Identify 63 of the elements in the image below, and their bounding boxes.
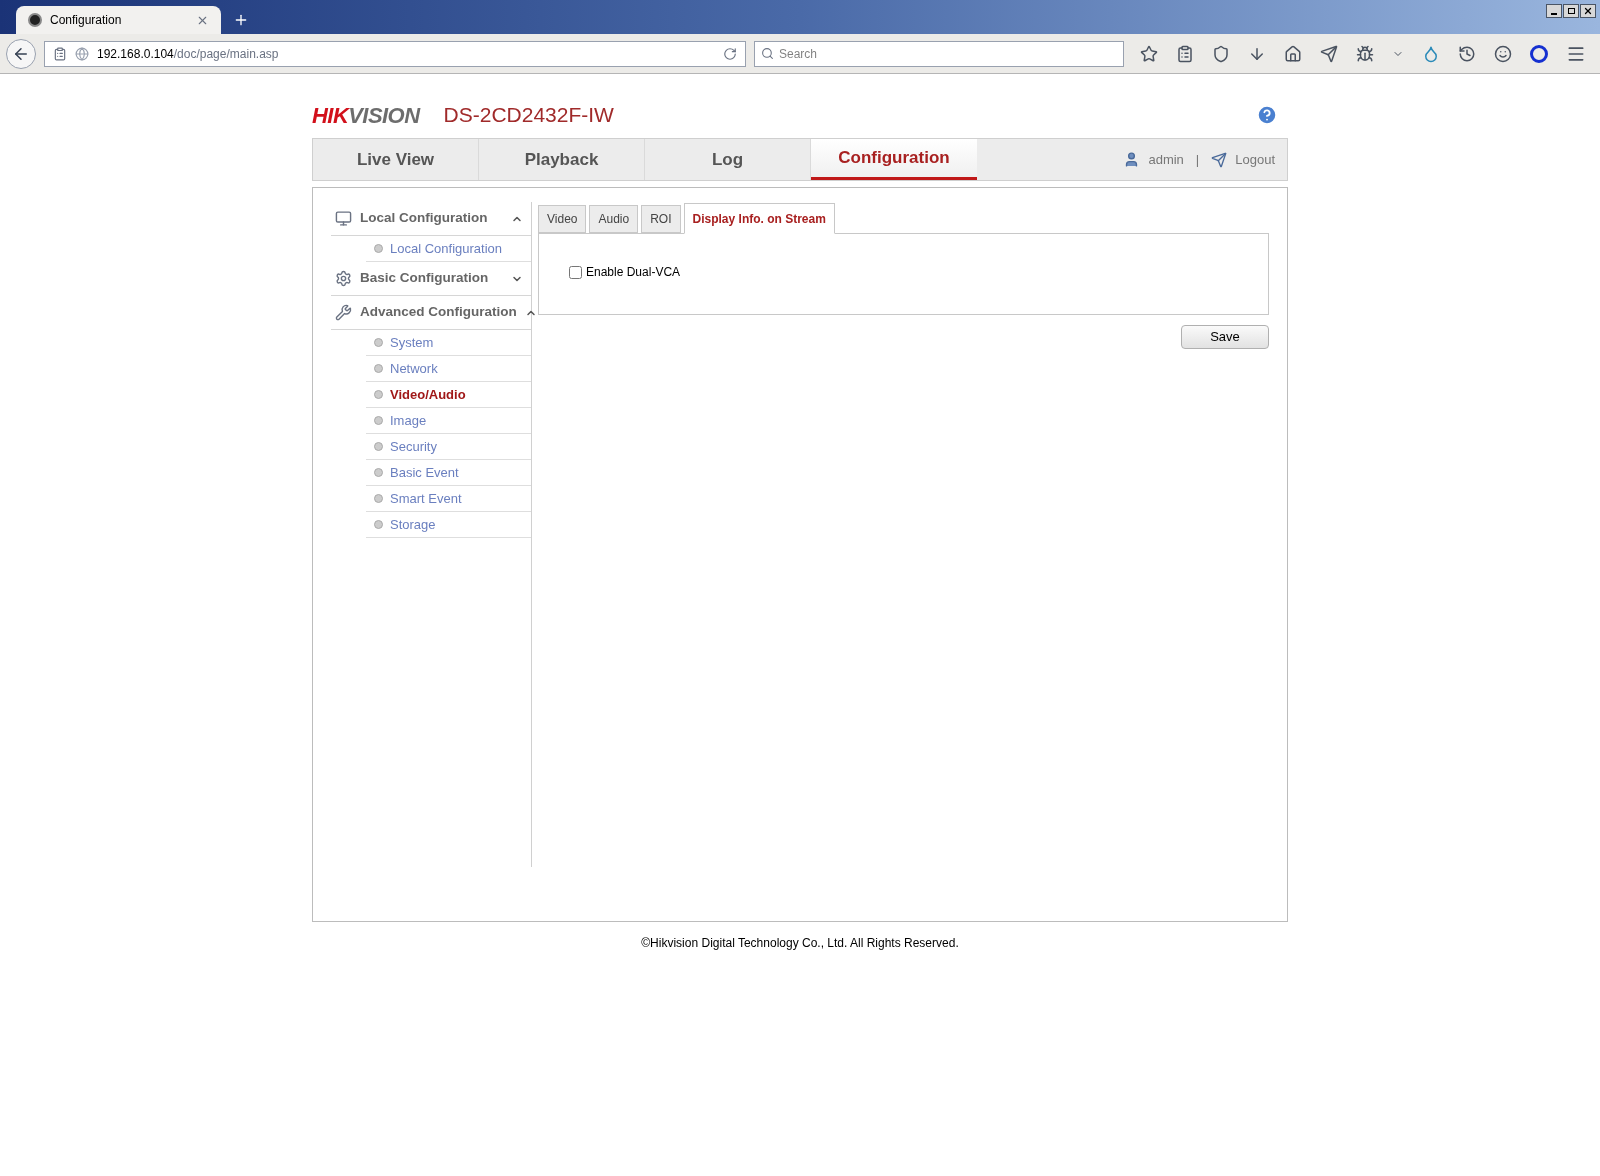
bullet-icon xyxy=(374,520,383,529)
bullet-icon xyxy=(374,244,383,253)
bullet-icon xyxy=(374,442,383,451)
search-icon xyxy=(761,46,774,60)
restore-icon[interactable] xyxy=(1563,4,1579,18)
sub-tab[interactable]: ROI xyxy=(641,205,681,233)
reading-list-icon[interactable] xyxy=(1176,44,1194,63)
url-text: 192.168.0.104/doc/page/main.asp xyxy=(97,45,280,63)
bullet-icon xyxy=(374,338,383,347)
sidebar-link[interactable]: Image xyxy=(390,410,427,431)
sidebar-link[interactable]: Storage xyxy=(390,514,436,535)
bug-icon[interactable] xyxy=(1356,44,1374,63)
sub-tab[interactable]: Display Info. on Stream xyxy=(683,203,835,234)
nav-tab[interactable]: Configuration xyxy=(811,139,977,180)
monitor-icon xyxy=(335,210,352,227)
sidebar-link[interactable]: Smart Event xyxy=(390,488,462,509)
browser-tab[interactable]: Configuration xyxy=(16,6,221,34)
gear-icon xyxy=(335,270,352,287)
model-name: DS-2CD2432F-IW xyxy=(443,102,614,129)
sidebar-link[interactable]: System xyxy=(390,332,434,353)
nav-tab[interactable]: Live View xyxy=(313,139,479,180)
address-field[interactable]: 192.168.0.104/doc/page/main.asp xyxy=(44,40,746,67)
bullet-icon xyxy=(374,364,383,373)
new-tab-icon[interactable] xyxy=(233,12,249,28)
minimize-icon[interactable] xyxy=(1546,4,1562,18)
help-icon[interactable] xyxy=(1256,104,1278,126)
bookmark-star-icon[interactable] xyxy=(1140,44,1158,63)
save-button[interactable]: Save xyxy=(1181,325,1269,349)
logout-link[interactable]: Logout xyxy=(1235,149,1275,170)
paper-plane-icon[interactable] xyxy=(1320,44,1338,63)
checkbox-label: Enable Dual-VCA xyxy=(586,264,681,281)
separator: | xyxy=(1195,150,1200,169)
bullet-icon xyxy=(374,390,383,399)
back-button[interactable] xyxy=(6,38,36,69)
username: admin xyxy=(1148,150,1184,169)
home-icon[interactable] xyxy=(1284,44,1302,63)
nav-tab[interactable]: Playback xyxy=(479,139,645,180)
sidebar-link[interactable]: Network xyxy=(390,358,438,379)
sidebar-link[interactable]: Local Configuration xyxy=(390,238,503,259)
history-icon[interactable] xyxy=(1458,44,1476,63)
sidebar-group-header[interactable]: Advanced Configuration xyxy=(331,296,531,330)
search-field[interactable]: Search xyxy=(754,40,1124,67)
smiley-icon[interactable] xyxy=(1494,44,1512,63)
sidebar-link[interactable]: Video/Audio xyxy=(390,384,466,405)
brand-logo: HIKVISION xyxy=(312,101,420,130)
sidebar-group-header[interactable]: Local Configuration xyxy=(331,202,531,236)
sidebar-group-header[interactable]: Basic Configuration xyxy=(331,262,531,296)
reload-icon[interactable] xyxy=(723,46,737,61)
sub-tab[interactable]: Audio xyxy=(589,205,639,233)
droplet-icon[interactable] xyxy=(1422,44,1440,63)
close-window-icon[interactable] xyxy=(1580,4,1596,18)
shield-icon[interactable] xyxy=(1212,44,1230,63)
bullet-icon xyxy=(374,468,383,477)
globe-icon xyxy=(75,46,89,61)
copyright-text: ©Hikvision Digital Technology Co., Ltd. All Rights Reserved. xyxy=(641,936,959,950)
checkbox[interactable] xyxy=(569,265,582,279)
wrench-icon xyxy=(335,304,352,321)
bullet-icon xyxy=(374,494,383,503)
sub-tab[interactable]: Video xyxy=(538,205,587,233)
sidebar-link[interactable]: Basic Event xyxy=(390,462,459,483)
bullet-icon xyxy=(374,416,383,425)
sidebar-link[interactable]: Security xyxy=(390,436,437,457)
tab-title: Configuration xyxy=(50,12,123,29)
